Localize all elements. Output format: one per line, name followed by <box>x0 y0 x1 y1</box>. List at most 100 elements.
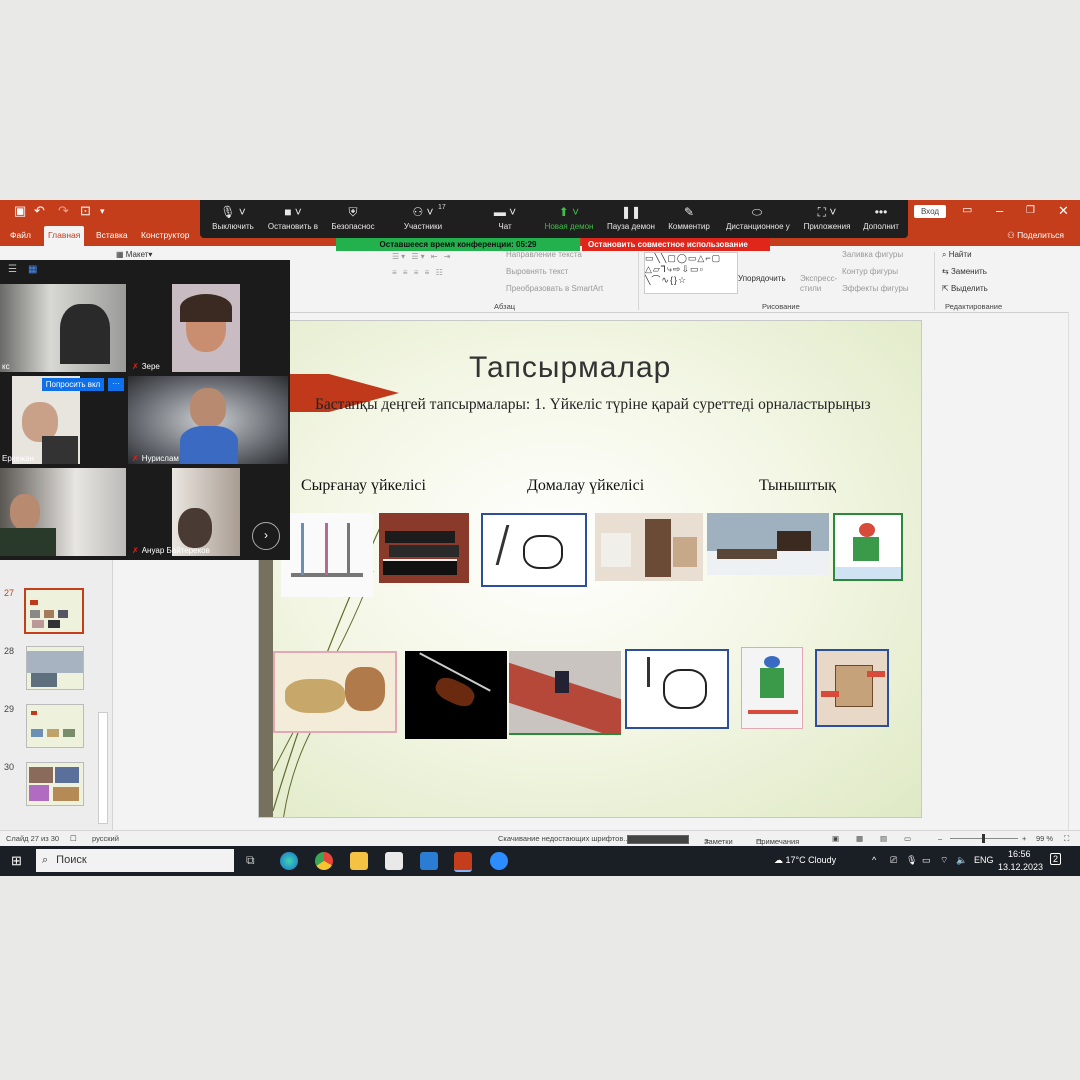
normal-view-icon[interactable]: ▣ <box>832 834 839 843</box>
ask-unmute-button[interactable]: Попросить вкл <box>42 378 104 391</box>
powerpoint-icon[interactable] <box>454 852 472 872</box>
annotate-button[interactable]: ✎ Комментир <box>658 200 720 231</box>
shape-fill-button[interactable]: Заливка фигуры <box>842 250 903 259</box>
tab-design[interactable]: Конструктор <box>141 230 189 240</box>
layout-button[interactable]: ▦ Макет▾ <box>116 250 152 259</box>
signin-button[interactable]: Вход <box>914 205 946 218</box>
windows-start-icon[interactable]: ⊞ <box>11 853 22 869</box>
image-books[interactable] <box>379 513 469 583</box>
ribbon-display-icon[interactable]: ▭ <box>962 203 972 216</box>
next-page-button[interactable]: › <box>252 522 280 550</box>
video-tile[interactable] <box>0 468 126 556</box>
shape-effects-button[interactable]: Эффекты фигуры <box>842 284 909 293</box>
align-icons[interactable]: ≡ ≡ ≡ ≡ ☷ <box>392 268 445 277</box>
battery-icon[interactable]: ▭ <box>922 855 931 866</box>
edge-icon[interactable] <box>280 852 298 870</box>
redo-icon[interactable]: ↷ <box>58 203 69 219</box>
chrome-icon[interactable] <box>315 852 333 870</box>
clock-date[interactable]: 13.12.2023 <box>998 862 1043 872</box>
thumb-slide-29[interactable] <box>26 704 84 748</box>
microphone-icon[interactable]: 🎙 <box>906 855 917 866</box>
zoom-out-icon[interactable]: – <box>938 834 942 843</box>
clock-time[interactable]: 16:56 <box>1008 849 1031 859</box>
network-icon[interactable]: ⌔ <box>940 855 948 866</box>
video-tile[interactable] <box>172 284 240 372</box>
taskbar-search[interactable]: ⌕ Поиск <box>36 849 234 872</box>
fit-slide-icon[interactable]: ⛶ <box>1064 834 1069 844</box>
smartart-button[interactable]: Преобразовать в SmartArt <box>506 284 603 293</box>
find-button[interactable]: ⌕ Найти <box>942 250 972 260</box>
zoom-in-icon[interactable]: + <box>1022 834 1026 843</box>
meeting-icon[interactable]: ⎚ <box>890 855 897 866</box>
speaker-view-icon[interactable]: ☰ <box>8 264 17 275</box>
gallery-view-icon[interactable]: ▦ <box>28 264 37 275</box>
image-rolling-barrel[interactable] <box>481 513 587 587</box>
notifications-badge[interactable]: 2 <box>1050 853 1062 865</box>
image-barrel-roll[interactable] <box>625 649 729 729</box>
slide-sorter-icon[interactable]: ▦ <box>856 834 863 843</box>
new-share-button[interactable]: ⬆ ˅ Новая демон <box>538 200 600 231</box>
more-button[interactable]: ••• Дополнит <box>850 200 912 231</box>
list-icons[interactable]: ☰▾ ☰▾ ⇤ ⇥ <box>392 252 452 261</box>
video-tile[interactable] <box>172 468 240 556</box>
image-box-forces[interactable] <box>815 649 889 727</box>
video-tile[interactable] <box>128 376 288 464</box>
input-language[interactable]: ENG <box>974 855 994 865</box>
thumb-slide-27[interactable] <box>24 588 84 634</box>
share-button[interactable]: ⚇ Поделиться <box>1007 230 1064 241</box>
image-people-pushing[interactable] <box>273 651 397 733</box>
undo-icon[interactable]: ↶ <box>34 203 45 219</box>
minimize-icon[interactable]: – <box>996 203 1003 218</box>
thumb-slide-30[interactable] <box>26 762 84 806</box>
mute-button[interactable]: 🎙 ˅ Выключить <box>202 200 264 231</box>
text-direction-button[interactable]: Направление текста <box>506 250 582 259</box>
volume-icon[interactable]: 🔈 <box>956 855 967 866</box>
pause-share-button[interactable]: ❚❚ Пауза демон <box>600 200 662 231</box>
thumb-slide-28[interactable] <box>26 646 84 690</box>
close-icon[interactable]: ✕ <box>1058 203 1069 219</box>
apps-button[interactable]: ⛶ ˅ Приложения <box>796 200 858 231</box>
present-icon[interactable]: ⊡ <box>80 203 91 219</box>
zoom-level[interactable]: 99 % <box>1036 834 1053 843</box>
select-button[interactable]: ⇱ Выделить <box>942 284 988 293</box>
tray-chevron-icon[interactable]: ^ <box>872 855 876 865</box>
zoom-app-icon[interactable] <box>490 852 508 870</box>
remote-control-button[interactable]: ⬭ Дистанционное у <box>726 200 790 231</box>
align-text-button[interactable]: Выровнять текст <box>506 267 568 276</box>
spellcheck-icon[interactable]: ☐ <box>70 834 77 843</box>
image-skier-downhill[interactable] <box>509 651 621 735</box>
stop-video-button[interactable]: ■ ˅ Остановить в <box>262 200 324 231</box>
thumbnails-scrollbar[interactable] <box>98 712 108 824</box>
zoom-slider-thumb[interactable] <box>982 834 985 843</box>
language-indicator[interactable]: русский <box>92 834 119 843</box>
slideshow-icon[interactable]: ▭ <box>904 834 911 843</box>
mail-icon[interactable] <box>420 852 438 870</box>
tab-insert[interactable]: Вставка <box>96 230 128 240</box>
customize-icon[interactable]: ▾ <box>100 206 105 217</box>
stop-share-button[interactable]: Остановить совместное использование <box>582 238 770 251</box>
image-violin[interactable] <box>405 651 507 739</box>
tab-home[interactable]: Главная <box>44 226 85 246</box>
slide-scrollbar[interactable] <box>1068 312 1080 830</box>
task-view-icon[interactable]: ⧉ <box>246 853 255 868</box>
arrange-button[interactable]: Упорядочить <box>738 274 786 283</box>
image-skater[interactable] <box>833 513 903 581</box>
shape-outline-button[interactable]: Контур фигуры <box>842 267 898 276</box>
chat-button[interactable]: ▬ ˅ Чат <box>474 200 536 231</box>
image-skier-standing[interactable] <box>741 647 803 729</box>
reading-view-icon[interactable]: ▤ <box>880 834 887 843</box>
image-furniture[interactable] <box>595 513 703 581</box>
shapes-gallery[interactable]: ▭╲╲▢◯▭△⌐▢ △▱⅂⤷⇨⇩▭▫ ╲⌒∿{}☆ <box>644 252 738 294</box>
tile-more-button[interactable]: ··· <box>108 378 124 391</box>
image-horse-sled[interactable] <box>707 513 829 575</box>
quick-styles-button[interactable]: Экспресс-стили <box>800 274 837 294</box>
store-icon[interactable] <box>385 852 403 870</box>
file-explorer-icon[interactable] <box>350 852 368 870</box>
weather-widget[interactable]: ☁ 17°C Cloudy <box>774 855 836 866</box>
maximize-icon[interactable]: ❐ <box>1026 205 1035 216</box>
security-button[interactable]: ⛨ Безопаснос <box>322 200 384 231</box>
video-tile[interactable] <box>0 284 126 372</box>
replace-button[interactable]: ⇆ Заменить <box>942 267 987 276</box>
tab-file[interactable]: Файл <box>10 230 31 240</box>
image-scooters[interactable] <box>281 513 373 597</box>
